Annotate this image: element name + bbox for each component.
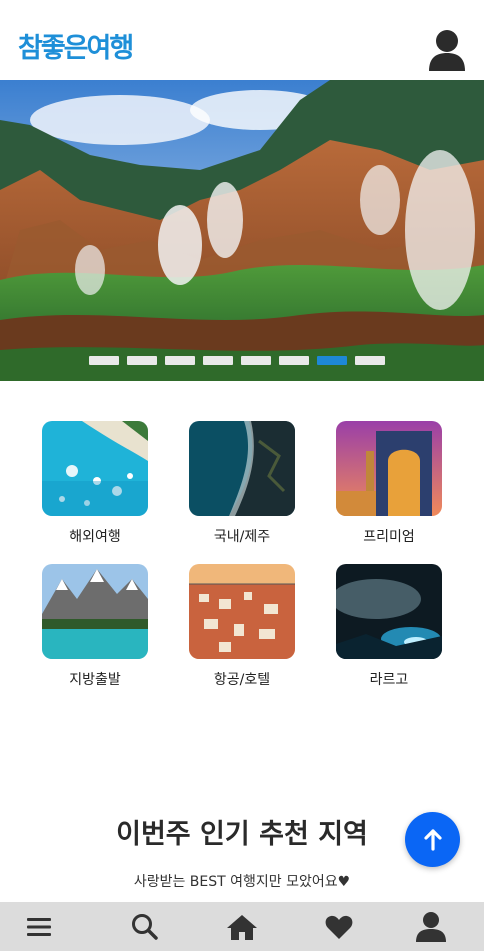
scroll-top-button[interactable] xyxy=(405,812,460,867)
coast-image xyxy=(189,421,295,516)
category-label: 항공/호텔 xyxy=(213,672,271,688)
carousel-dot[interactable] xyxy=(279,356,309,365)
nav-favorites-button[interactable] xyxy=(315,902,363,951)
carousel-dot[interactable] xyxy=(127,356,157,365)
mosque-image xyxy=(336,421,442,516)
category-domestic[interactable]: 국내/제주 xyxy=(189,421,295,546)
landscape-image xyxy=(0,80,484,381)
category-air-hotel[interactable]: 항공/호텔 xyxy=(189,564,295,689)
section-subtitle: 사랑받는 BEST 여행지만 모았어요♥ xyxy=(133,874,351,890)
category-label: 라르고 xyxy=(369,672,409,688)
search-icon xyxy=(132,913,158,940)
arrow-up-icon xyxy=(423,828,442,851)
hero-banner[interactable] xyxy=(0,80,484,381)
category-label: 프리미엄 xyxy=(363,529,415,545)
mountain-lake-image xyxy=(42,564,148,659)
nav-home-button[interactable] xyxy=(218,902,266,951)
carousel-dot-active[interactable] xyxy=(317,356,347,365)
category-premium[interactable]: 프리미엄 xyxy=(336,421,442,546)
nav-mypage-button[interactable] xyxy=(407,902,455,951)
category-label: 해외여행 xyxy=(69,529,121,545)
carousel-dot[interactable] xyxy=(89,356,119,365)
category-label: 지방출발 xyxy=(69,672,121,688)
category-regional-departure[interactable]: 지방출발 xyxy=(42,564,148,689)
category-overseas[interactable]: 해외여행 xyxy=(42,421,148,546)
category-largo[interactable]: 라르고 xyxy=(336,564,442,689)
nav-menu-button[interactable] xyxy=(15,902,63,951)
bottom-navigation xyxy=(0,902,484,951)
glowing-landscape-image xyxy=(336,564,442,659)
heart-icon xyxy=(325,915,353,939)
carousel-dot[interactable] xyxy=(355,356,385,365)
carousel-dot[interactable] xyxy=(241,356,271,365)
nav-search-button[interactable] xyxy=(121,902,169,951)
user-icon[interactable] xyxy=(427,29,467,71)
menu-icon xyxy=(27,917,51,936)
city-image xyxy=(189,564,295,659)
beach-image xyxy=(42,421,148,516)
app-header: 참좋은여행 xyxy=(0,0,484,80)
home-icon xyxy=(227,914,257,940)
user-icon xyxy=(416,911,446,942)
brand-logo[interactable]: 참좋은여행 xyxy=(18,26,134,65)
category-label: 국내/제주 xyxy=(213,529,271,545)
carousel-indicator xyxy=(89,356,385,365)
carousel-dot[interactable] xyxy=(165,356,195,365)
carousel-dot[interactable] xyxy=(203,356,233,365)
